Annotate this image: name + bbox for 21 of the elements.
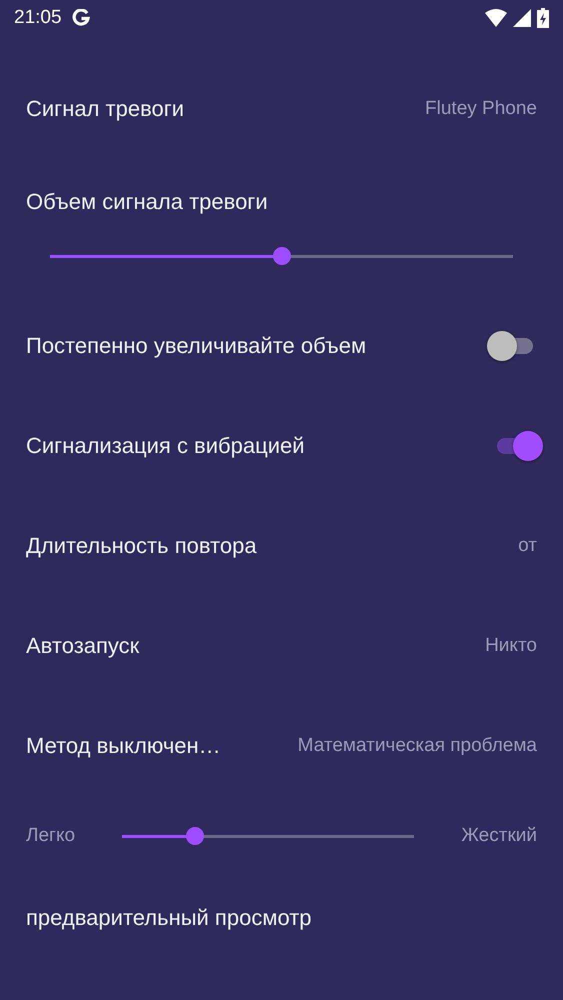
setting-label[interactable]: Автозапуск [26,633,140,659]
setting-value: Математическая проблема [298,735,537,757]
battery-icon [537,8,549,28]
setting-label[interactable]: Длительность повтора [26,533,257,559]
max-label: Жесткий [461,825,537,847]
setting-value: от [518,535,537,557]
setting-label: Сигнализация с вибрацией [26,433,305,459]
setting-label[interactable]: Сигнал тревоги [26,96,184,122]
slider-thumb[interactable] [186,827,204,845]
setting-label[interactable]: Метод выключен… [26,733,221,759]
slider-thumb[interactable] [272,247,290,265]
wifi-icon [485,9,507,27]
signal-icon [513,9,531,27]
g-icon [72,9,90,27]
setting-value: Flutey Phone [425,98,537,120]
setting-label: Постепенно увеличивайте объем [26,333,366,359]
setting-value: Никто [485,635,537,657]
min-label: Легко [26,825,76,847]
clock: 21:05 [14,7,62,29]
preview-link[interactable]: предварительный просмотр [26,905,312,931]
setting-label: Объем сигнала тревоги [26,189,269,215]
